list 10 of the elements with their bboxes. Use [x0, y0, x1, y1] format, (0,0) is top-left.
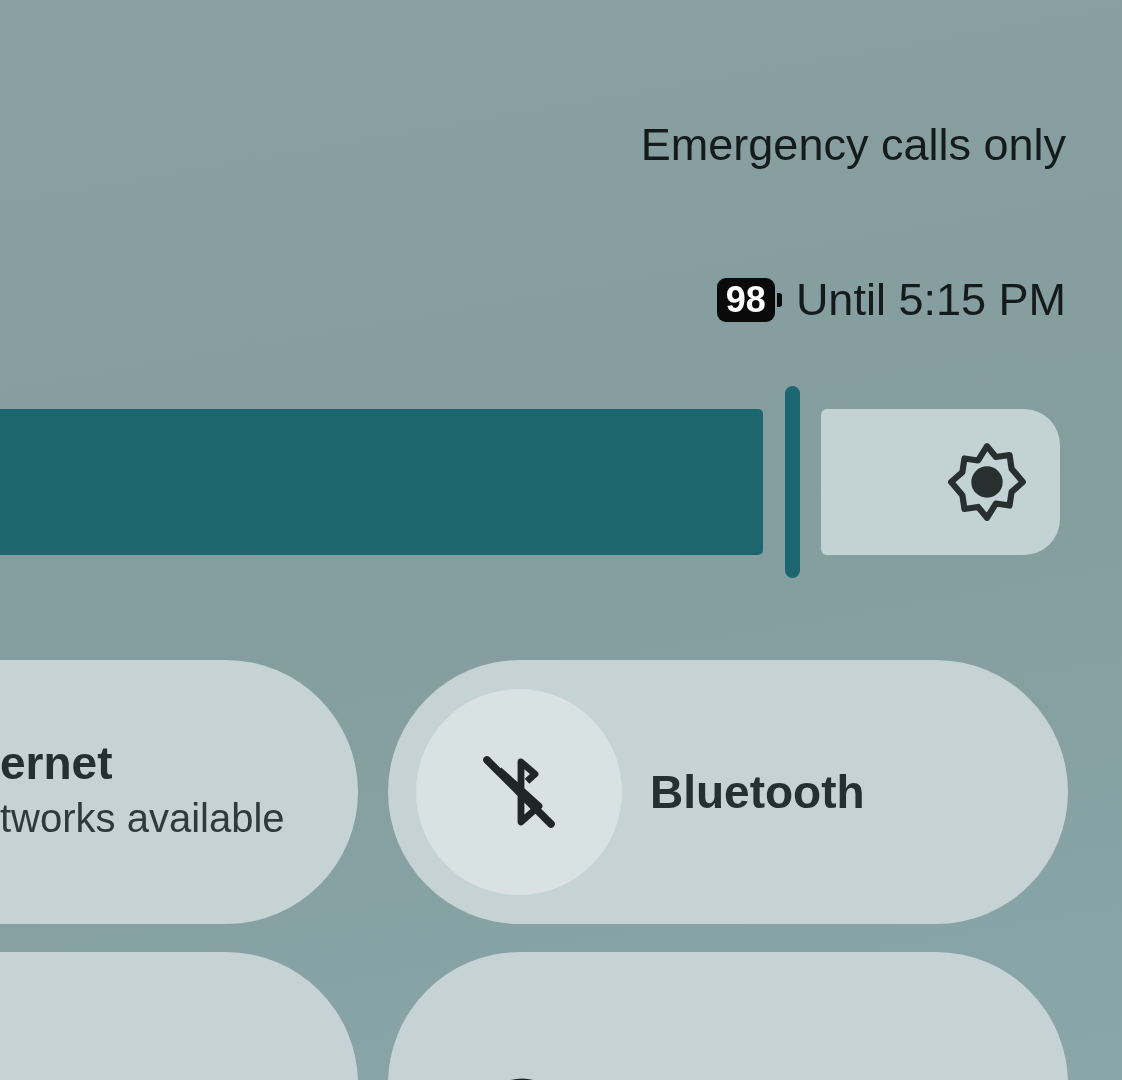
quick-settings-tile[interactable]: ernet tworks available	[0, 660, 358, 924]
carrier-status: Emergency calls only	[640, 122, 1066, 167]
slider-handle[interactable]	[785, 386, 801, 578]
brightness-slider[interactable]	[0, 386, 1060, 578]
quick-settings-tile[interactable]: Bluetooth	[388, 660, 1068, 924]
tile-title: ernet	[0, 735, 114, 790]
tile-title: Bluetooth	[650, 765, 865, 819]
brightness-icon	[946, 441, 1028, 523]
tile-subtitle: tworks available	[0, 795, 285, 841]
battery-estimate: Until 5:15 PM	[795, 277, 1066, 322]
